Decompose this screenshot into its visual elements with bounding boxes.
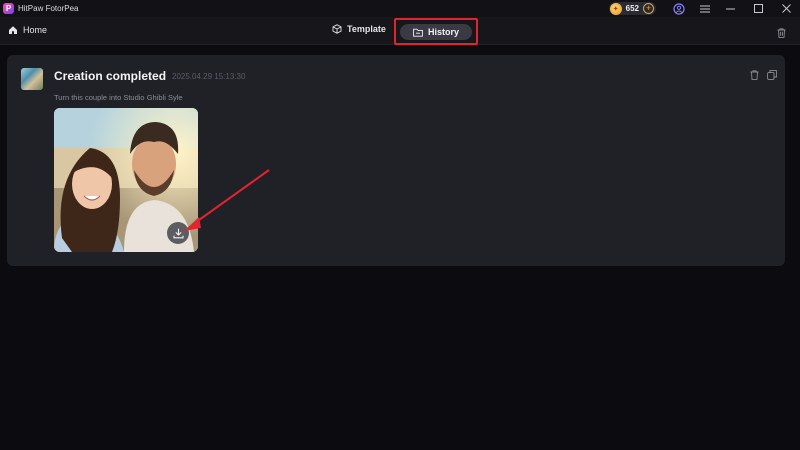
download-button[interactable] <box>167 222 189 244</box>
app-logo-letter: P <box>5 4 12 13</box>
source-thumbnail <box>21 68 43 90</box>
titlebar-controls: ✦ 652 + <box>608 0 800 17</box>
creation-card: Creation completed 2025.04.29 15:13:30 T… <box>7 55 785 266</box>
app-title: HitPaw FotorPea <box>18 4 79 13</box>
credits-count: 652 <box>625 4 639 13</box>
coin-icon: ✦ <box>609 2 622 15</box>
app-logo-icon: P <box>3 3 14 14</box>
trash-icon <box>750 70 758 80</box>
tab-history-label: History <box>427 27 459 37</box>
title-bar: P HitPaw FotorPea ✦ 652 + <box>0 0 800 17</box>
card-title: Creation completed <box>54 69 167 83</box>
menu-icon[interactable] <box>694 0 716 17</box>
minimize-icon[interactable] <box>716 0 744 17</box>
copy-button[interactable] <box>763 69 781 81</box>
home-button[interactable]: Home <box>8 25 47 35</box>
tab-template[interactable]: Template <box>332 24 386 34</box>
add-credits-button[interactable]: + <box>643 3 654 14</box>
home-label: Home <box>23 25 48 35</box>
tab-history[interactable]: History <box>400 24 472 40</box>
user-icon[interactable] <box>668 0 690 17</box>
download-icon <box>172 228 184 238</box>
card-prompt: Turn this couple into Studio Ghibli Syle <box>54 93 183 102</box>
clear-history-button[interactable] <box>777 25 786 43</box>
close-icon[interactable] <box>772 0 800 17</box>
delete-button[interactable] <box>745 69 763 81</box>
copy-icon <box>767 70 777 80</box>
nav-bar: Home Template History <box>0 17 800 45</box>
maximize-icon[interactable] <box>744 0 772 17</box>
credits-badge[interactable]: ✦ 652 + <box>608 2 656 15</box>
cube-icon <box>332 24 342 34</box>
tab-template-label: Template <box>347 24 386 34</box>
card-actions <box>745 69 781 81</box>
card-timestamp: 2025.04.29 15:13:30 <box>172 72 246 81</box>
trash-icon <box>777 28 786 38</box>
home-icon <box>9 26 17 34</box>
result-image[interactable] <box>54 108 198 252</box>
folder-icon <box>413 28 423 37</box>
